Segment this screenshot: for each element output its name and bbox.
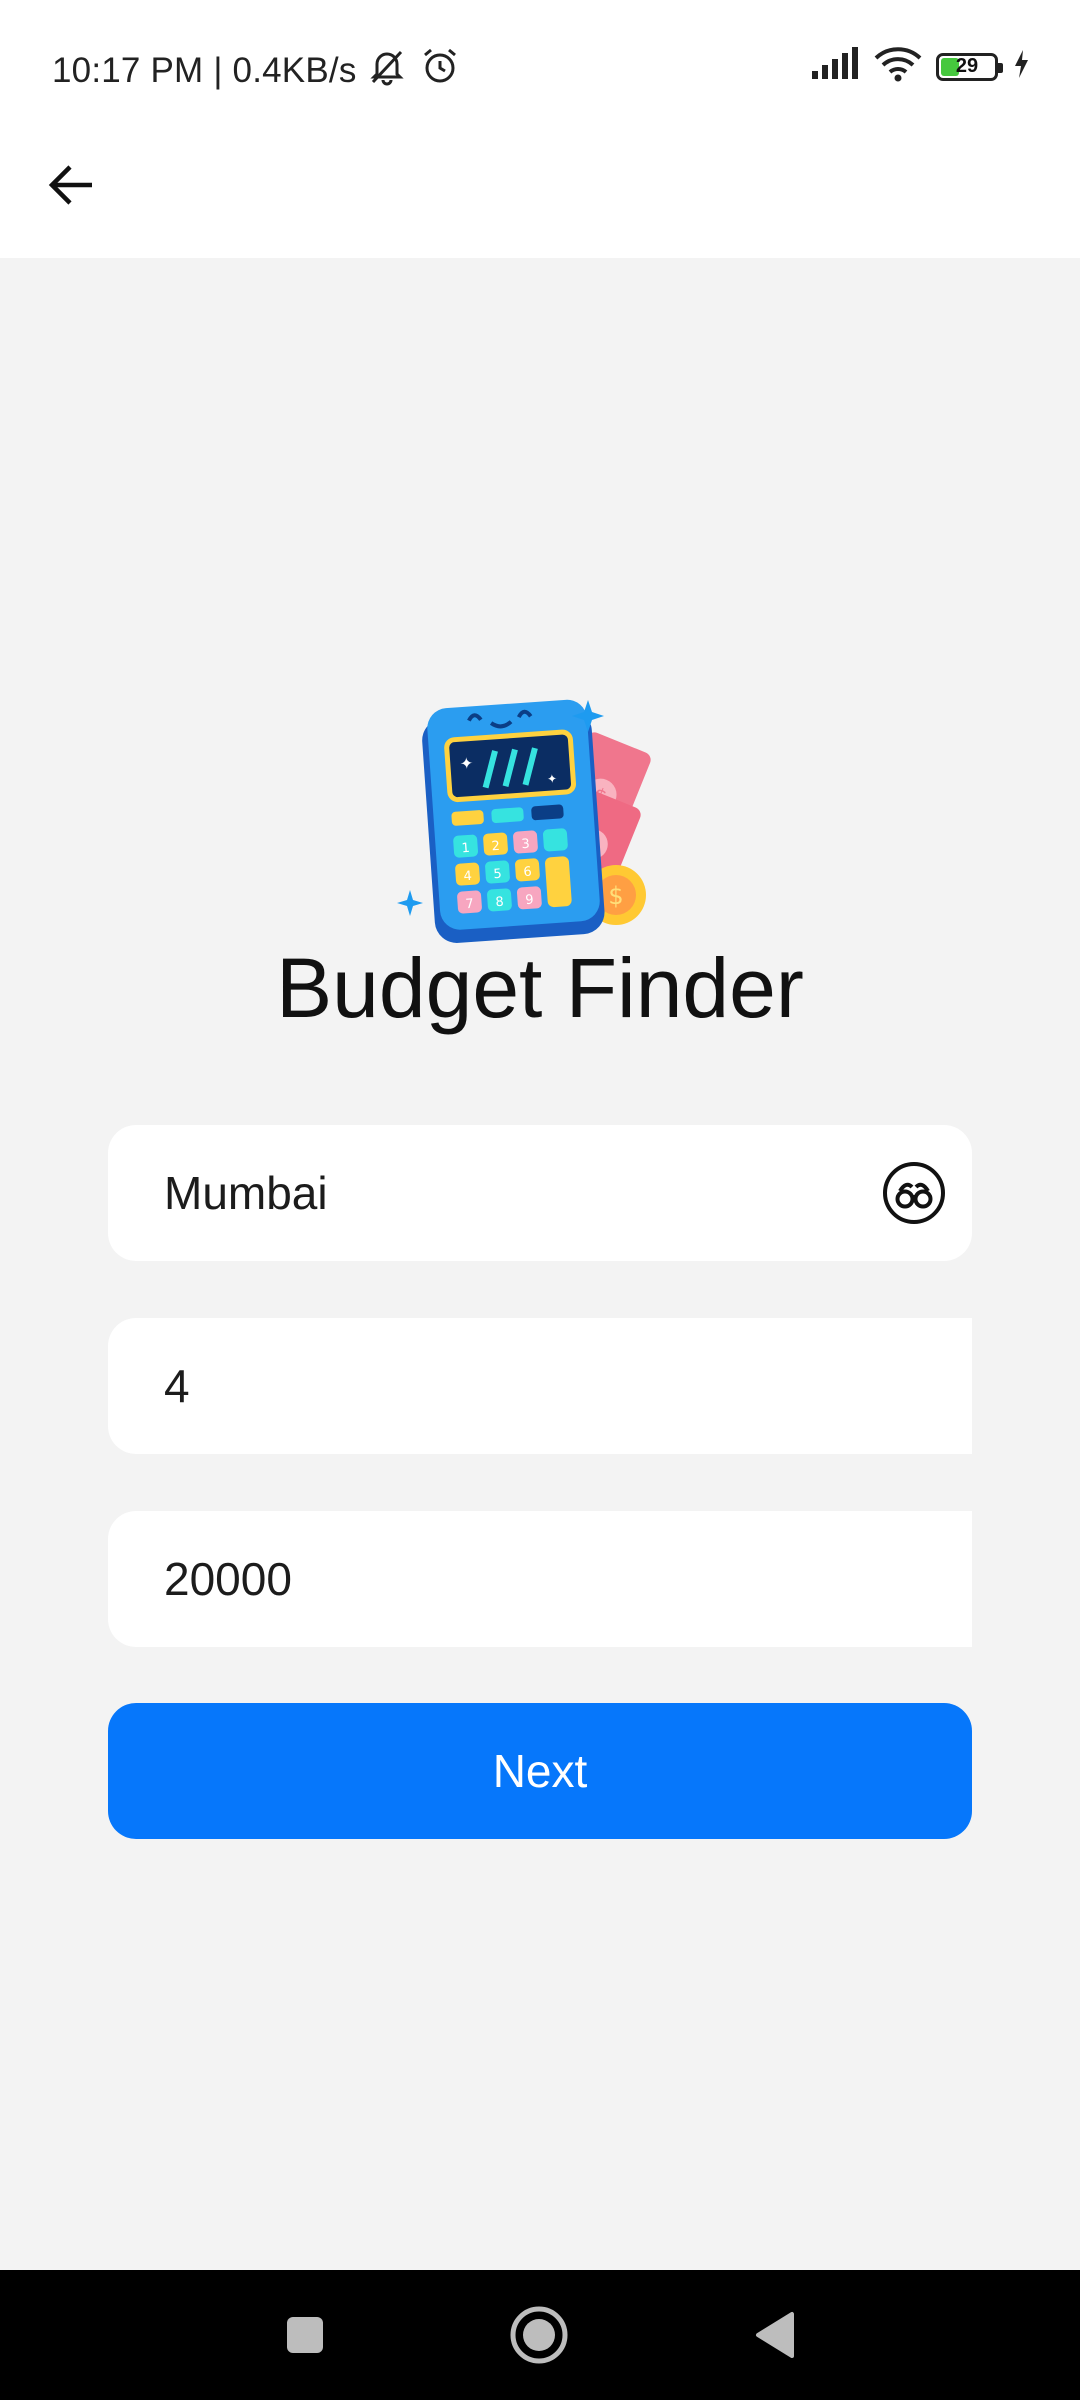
city-search-button[interactable] bbox=[882, 1161, 946, 1225]
city-field[interactable] bbox=[108, 1125, 972, 1261]
wifi-icon bbox=[874, 46, 922, 87]
svg-text:8: 8 bbox=[495, 895, 504, 911]
svg-text:2: 2 bbox=[491, 839, 500, 855]
mute-bell-icon bbox=[365, 44, 409, 97]
status-right: 29 bbox=[810, 46, 1030, 87]
back-arrow-icon bbox=[48, 165, 92, 205]
status-bar: 10:17 PM | 0.4KB/s 29 bbox=[0, 0, 1080, 130]
svg-text:4: 4 bbox=[463, 869, 472, 885]
app-bar bbox=[0, 130, 1080, 258]
svg-text:1: 1 bbox=[461, 841, 470, 857]
signal-icon bbox=[810, 47, 860, 86]
navigation-bar bbox=[0, 2270, 1080, 2400]
status-left: 10:17 PM | 0.4KB/s bbox=[52, 44, 461, 97]
svg-text:7: 7 bbox=[465, 897, 474, 913]
svg-text:5: 5 bbox=[493, 867, 502, 883]
city-input[interactable] bbox=[164, 1166, 824, 1220]
svg-text:3: 3 bbox=[521, 837, 530, 853]
charging-icon bbox=[1012, 48, 1030, 85]
recent-apps-button[interactable] bbox=[270, 2300, 340, 2370]
svg-text:✦: ✦ bbox=[547, 772, 558, 787]
recent-apps-icon bbox=[287, 2317, 323, 2353]
page-title: Budget Finder bbox=[276, 941, 804, 1035]
svg-text:✦: ✦ bbox=[459, 753, 474, 773]
battery-level: 29 bbox=[955, 54, 979, 77]
back-button[interactable] bbox=[36, 150, 106, 220]
back-triangle-icon bbox=[756, 2312, 794, 2358]
nav-back-button[interactable] bbox=[740, 2300, 810, 2370]
home-icon bbox=[510, 2306, 568, 2364]
svg-text:9: 9 bbox=[525, 893, 534, 909]
budget-field[interactable] bbox=[108, 1511, 972, 1647]
hero-illustration: $ $ $ ✦ ✦ bbox=[0, 690, 1080, 950]
alarm-icon bbox=[419, 45, 461, 96]
binoculars-icon bbox=[883, 1162, 945, 1224]
budget-input[interactable] bbox=[164, 1552, 824, 1606]
svg-text:6: 6 bbox=[523, 865, 532, 881]
status-time-speed: 10:17 PM | 0.4KB/s bbox=[52, 50, 357, 90]
home-button[interactable] bbox=[504, 2300, 574, 2370]
battery-icon: 29 bbox=[936, 52, 1003, 81]
people-field[interactable] bbox=[108, 1318, 972, 1454]
svg-text:$: $ bbox=[608, 882, 623, 910]
calculator-money-illustration: $ $ $ ✦ ✦ bbox=[397, 699, 651, 943]
next-button[interactable]: Next bbox=[108, 1703, 972, 1839]
people-input[interactable] bbox=[164, 1359, 824, 1413]
